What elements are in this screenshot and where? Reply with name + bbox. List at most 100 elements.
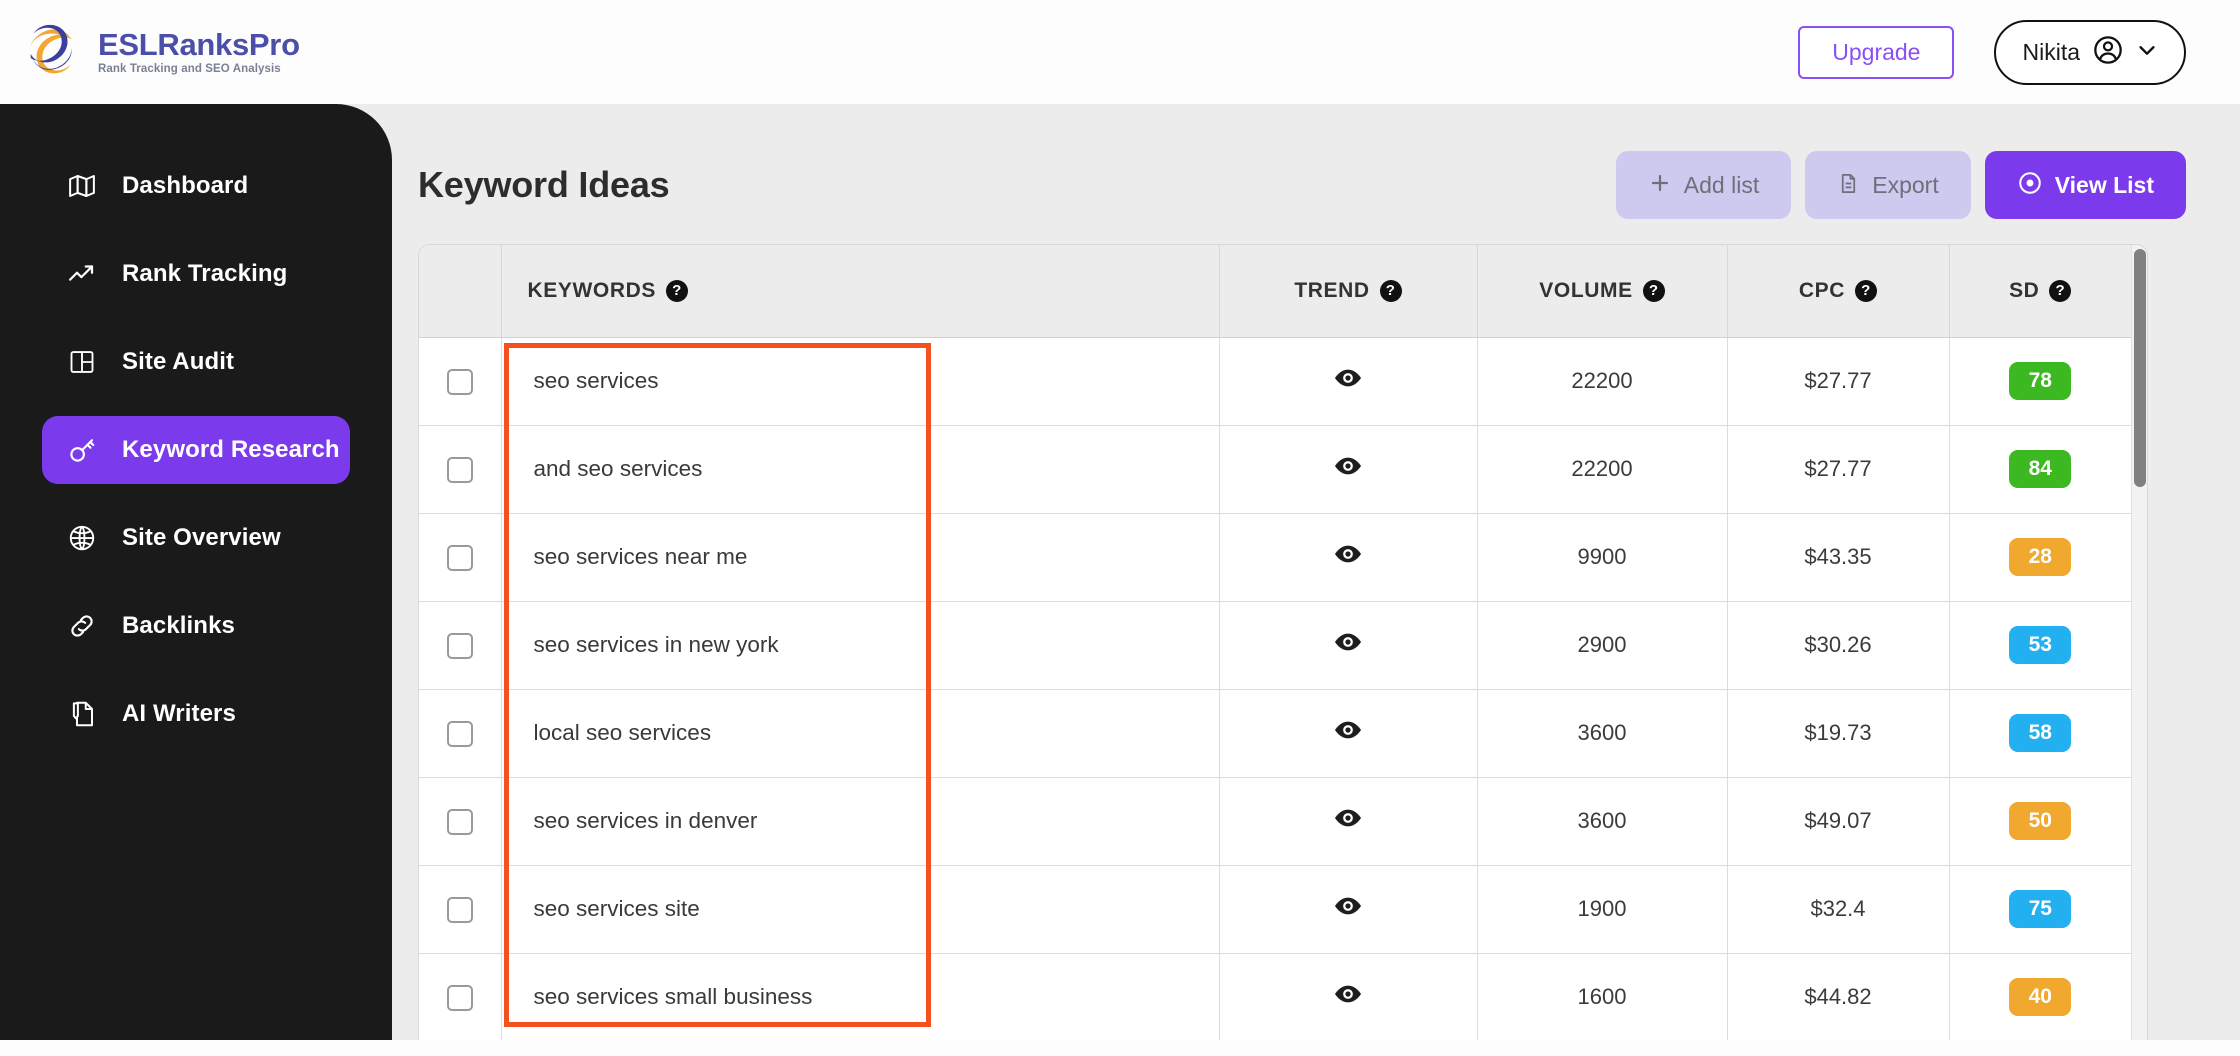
- cpc-cell: $27.77: [1727, 337, 1950, 426]
- trend-cell[interactable]: [1219, 513, 1478, 602]
- column-header-cpc[interactable]: CPC ?: [1727, 245, 1950, 338]
- table-row[interactable]: seo services in new york 2900 $30.26 53: [419, 601, 2131, 690]
- export-label: Export: [1872, 171, 1939, 198]
- column-header-volume[interactable]: VOLUME ?: [1477, 245, 1728, 338]
- trend-cell[interactable]: [1219, 337, 1478, 426]
- brand-logo[interactable]: ESLRanksPro Rank Tracking and SEO Analys…: [22, 21, 300, 83]
- trend-cell[interactable]: [1219, 865, 1478, 954]
- row-checkbox-cell[interactable]: [419, 513, 502, 602]
- keyword-ideas-table: KEYWORDS ? TREND ? VOLUME ? CPC ? SD ? s…: [419, 245, 2131, 1042]
- eye-icon[interactable]: [1333, 451, 1363, 481]
- row-checkbox[interactable]: [446, 456, 473, 483]
- trend-cell[interactable]: [1219, 425, 1478, 514]
- sidebar-item-site-audit[interactable]: Site Audit: [42, 328, 350, 396]
- user-name-label: Nikita: [2022, 38, 2080, 65]
- keyword-cell[interactable]: and seo services: [501, 425, 1220, 514]
- table-row[interactable]: seo services in denver 3600 $49.07 50: [419, 777, 2131, 866]
- sidebar-item-rank-tracking[interactable]: Rank Tracking: [42, 240, 350, 308]
- eye-icon[interactable]: [1333, 715, 1363, 745]
- eye-icon[interactable]: [1333, 803, 1363, 833]
- row-checkbox-cell[interactable]: [419, 425, 502, 514]
- map-icon: [66, 170, 98, 202]
- row-checkbox-cell[interactable]: [419, 689, 502, 778]
- view-list-button[interactable]: View List: [1984, 151, 2186, 219]
- export-button[interactable]: Export: [1805, 151, 1971, 219]
- row-checkbox[interactable]: [446, 808, 473, 835]
- trend-cell[interactable]: [1219, 953, 1478, 1042]
- eye-icon[interactable]: [1333, 539, 1363, 569]
- keyword-cell[interactable]: seo services in new york: [501, 601, 1220, 690]
- row-checkbox[interactable]: [446, 544, 473, 571]
- row-checkbox-cell[interactable]: [419, 953, 502, 1042]
- plus-icon: [1648, 171, 1672, 199]
- top-header-bar: ESLRanksPro Rank Tracking and SEO Analys…: [0, 0, 2240, 104]
- column-header-keywords[interactable]: KEYWORDS ?: [501, 245, 1220, 338]
- user-menu-button[interactable]: Nikita: [1994, 19, 2186, 85]
- row-checkbox[interactable]: [446, 720, 473, 747]
- sd-cell: 58: [1949, 689, 2131, 778]
- sidebar-item-backlinks[interactable]: Backlinks: [42, 592, 350, 660]
- sidebar-item-label: Rank Tracking: [122, 260, 288, 287]
- table-row[interactable]: seo services site 1900 $32.4 75: [419, 865, 2131, 954]
- table-scrollbar[interactable]: [2131, 245, 2147, 1043]
- sidebar-item-ai-writers[interactable]: AI Writers: [42, 680, 350, 748]
- eye-icon[interactable]: [1333, 979, 1363, 1009]
- sidebar-item-label: Keyword Research: [122, 436, 340, 463]
- eye-circle-icon: [2017, 170, 2043, 200]
- sidebar-item-site-overview[interactable]: Site Overview: [42, 504, 350, 572]
- keyword-cell[interactable]: seo services near me: [501, 513, 1220, 602]
- volume-cell: 22200: [1477, 337, 1728, 426]
- eye-icon[interactable]: [1333, 891, 1363, 921]
- table-body: seo services 22200 $27.77 78 and seo service…: [419, 337, 2131, 1042]
- help-icon[interactable]: ?: [2049, 279, 2072, 302]
- row-checkbox[interactable]: [446, 984, 473, 1011]
- trend-cell[interactable]: [1219, 689, 1478, 778]
- document-pen-icon: [66, 698, 98, 730]
- table-scrollbar-thumb[interactable]: [2134, 249, 2146, 487]
- table-row[interactable]: seo services small business 1600 $44.82 40: [419, 953, 2131, 1042]
- cpc-cell: $32.4: [1727, 865, 1950, 954]
- keyword-cell[interactable]: seo services: [501, 337, 1220, 426]
- sidebar-item-keyword-research[interactable]: Keyword Research: [42, 416, 350, 484]
- sd-cell: 28: [1949, 513, 2131, 602]
- row-checkbox-cell[interactable]: [419, 865, 502, 954]
- header-actions: Upgrade Nikita: [1798, 19, 2186, 85]
- sidebar-item-label: AI Writers: [122, 700, 236, 727]
- keyword-cell[interactable]: local seo services: [501, 689, 1220, 778]
- sidebar-item-label: Backlinks: [122, 612, 235, 639]
- help-icon[interactable]: ?: [1855, 279, 1878, 302]
- link-icon: [66, 610, 98, 642]
- upgrade-button[interactable]: Upgrade: [1798, 25, 1955, 79]
- eye-icon[interactable]: [1333, 627, 1363, 657]
- table-row[interactable]: and seo services 22200 $27.77 84: [419, 425, 2131, 514]
- table-header: KEYWORDS ? TREND ? VOLUME ? CPC ? SD ?: [419, 245, 2131, 338]
- column-header-trend[interactable]: TREND ?: [1219, 245, 1478, 338]
- add-list-button[interactable]: Add list: [1615, 151, 1792, 219]
- row-checkbox-cell[interactable]: [419, 337, 502, 426]
- row-checkbox[interactable]: [446, 632, 473, 659]
- sidebar-item-dashboard[interactable]: Dashboard: [42, 152, 350, 220]
- eye-icon[interactable]: [1333, 363, 1363, 393]
- row-checkbox-cell[interactable]: [419, 777, 502, 866]
- column-header-sd[interactable]: SD ?: [1949, 245, 2131, 338]
- volume-cell: 1900: [1477, 865, 1728, 954]
- help-icon[interactable]: ?: [1642, 279, 1665, 302]
- trend-cell[interactable]: [1219, 601, 1478, 690]
- help-icon[interactable]: ?: [665, 279, 688, 302]
- table-row[interactable]: seo services 22200 $27.77 78: [419, 337, 2131, 426]
- sd-badge: 58: [2009, 713, 2072, 753]
- keyword-cell[interactable]: seo services in denver: [501, 777, 1220, 866]
- column-label: SD: [2009, 278, 2040, 302]
- sd-badge: 50: [2009, 801, 2072, 841]
- row-checkbox-cell[interactable]: [419, 601, 502, 690]
- table-row[interactable]: local seo services 3600 $19.73 58: [419, 689, 2131, 778]
- keyword-cell[interactable]: seo services small business: [501, 953, 1220, 1042]
- main-content: Keyword Ideas Add list Export View List …: [392, 104, 2240, 1056]
- trend-cell[interactable]: [1219, 777, 1478, 866]
- row-checkbox[interactable]: [446, 368, 473, 395]
- help-icon[interactable]: ?: [1379, 279, 1402, 302]
- row-checkbox[interactable]: [446, 896, 473, 923]
- sidebar-item-label: Site Overview: [122, 524, 281, 551]
- keyword-cell[interactable]: seo services site: [501, 865, 1220, 954]
- table-row[interactable]: seo services near me 9900 $43.35 28: [419, 513, 2131, 602]
